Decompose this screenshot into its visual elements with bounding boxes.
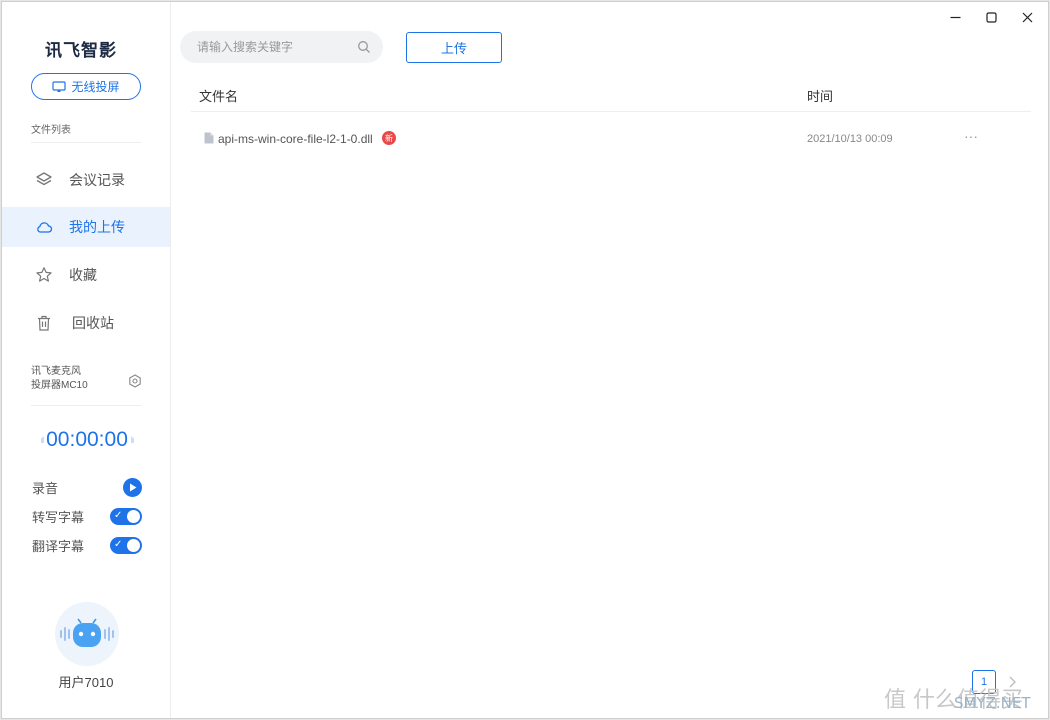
cloud-icon [37, 222, 53, 233]
sound-wave-icon: ıl [40, 435, 44, 445]
column-header-time: 时间 [807, 89, 834, 104]
maximize-icon [985, 11, 997, 23]
nav-label: 我的上传 [69, 219, 125, 235]
table-row[interactable]: api-ms-win-core-file-l2-1-0.dll 新 2021/1… [191, 120, 1031, 158]
close-icon [1022, 12, 1032, 22]
layers-icon [36, 172, 52, 186]
file-time: 2021/10/13 00:09 [807, 133, 893, 145]
sidebar: 讯飞智影 无线投屏 文件列表 会议记录 我的上传 收藏 回收站 讯飞麦克风 投屏… [2, 2, 171, 718]
transcribe-label: 转写字幕 [32, 509, 85, 525]
app-window: 讯飞智影 无线投屏 文件列表 会议记录 我的上传 收藏 回收站 讯飞麦克风 投屏… [1, 1, 1049, 719]
main-content: 上传 文件名 时间 api-ms-win-core-file-l2-1-0.dl… [172, 2, 1048, 718]
watermark-sub: SMYZ.NET [954, 694, 1031, 712]
upload-button[interactable]: 上传 [406, 32, 502, 63]
timer-value: 00:00:00 [46, 428, 128, 451]
nav-item-meeting-records[interactable]: 会议记录 [2, 160, 170, 200]
robot-avatar-icon [60, 618, 114, 647]
wireless-cast-label: 无线投屏 [71, 80, 120, 94]
search-icon[interactable] [357, 40, 371, 54]
nav-label: 回收站 [72, 315, 114, 331]
star-icon [36, 267, 52, 282]
app-logo: 讯飞智影 [45, 41, 117, 61]
maximize-button[interactable] [973, 2, 1009, 32]
sound-wave-icon: lı [130, 435, 134, 445]
close-button[interactable] [1009, 2, 1045, 32]
minimize-button[interactable] [937, 2, 973, 32]
transcribe-row: 转写字幕 ✓ [32, 506, 142, 526]
trash-icon [38, 315, 50, 331]
column-header-name: 文件名 [199, 89, 239, 104]
check-icon: ✓ [114, 509, 123, 521]
new-badge: 新 [382, 131, 396, 145]
record-label: 录音 [32, 480, 59, 496]
recording-timer: ıl 00:00:00 lı [32, 428, 142, 452]
username: 用户7010 [58, 675, 114, 690]
device-name-line2: 投屏器MC10 [31, 380, 88, 391]
wireless-cast-button[interactable]: 无线投屏 [31, 73, 141, 100]
device-name-line1: 讯飞麦克风 [31, 366, 81, 377]
file-name[interactable]: api-ms-win-core-file-l2-1-0.dll [218, 132, 373, 146]
nav-item-recycle-bin[interactable]: 回收站 [2, 303, 170, 343]
nav-item-favorites[interactable]: 收藏 [2, 255, 170, 295]
screen-cast-icon [52, 80, 67, 92]
file-list-label: 文件列表 [31, 125, 71, 136]
nav-label: 收藏 [69, 267, 97, 283]
divider [31, 405, 141, 406]
minimize-icon [950, 16, 960, 18]
check-icon: ✓ [114, 538, 123, 550]
record-play-button[interactable] [123, 477, 142, 497]
translate-toggle[interactable]: ✓ [110, 536, 142, 554]
device-name: 讯飞麦克风 投屏器MC10 [31, 365, 88, 393]
translate-label: 翻译字幕 [32, 538, 85, 554]
transcribe-toggle[interactable]: ✓ [110, 507, 142, 525]
more-options-button[interactable]: ··· [961, 126, 981, 146]
window-controls [937, 2, 1048, 32]
translate-row: 翻译字幕 ✓ [32, 535, 142, 555]
nav-item-my-uploads[interactable]: 我的上传 [2, 207, 170, 247]
search-box [180, 31, 383, 63]
search-input[interactable] [197, 40, 357, 54]
record-row: 录音 [32, 477, 142, 497]
file-icon [204, 132, 214, 144]
settings-icon[interactable] [128, 374, 142, 388]
file-table-header: 文件名 时间 [191, 76, 1031, 112]
play-icon [129, 483, 136, 491]
divider [31, 142, 141, 143]
avatar[interactable] [55, 602, 119, 666]
nav-label: 会议记录 [69, 172, 125, 188]
